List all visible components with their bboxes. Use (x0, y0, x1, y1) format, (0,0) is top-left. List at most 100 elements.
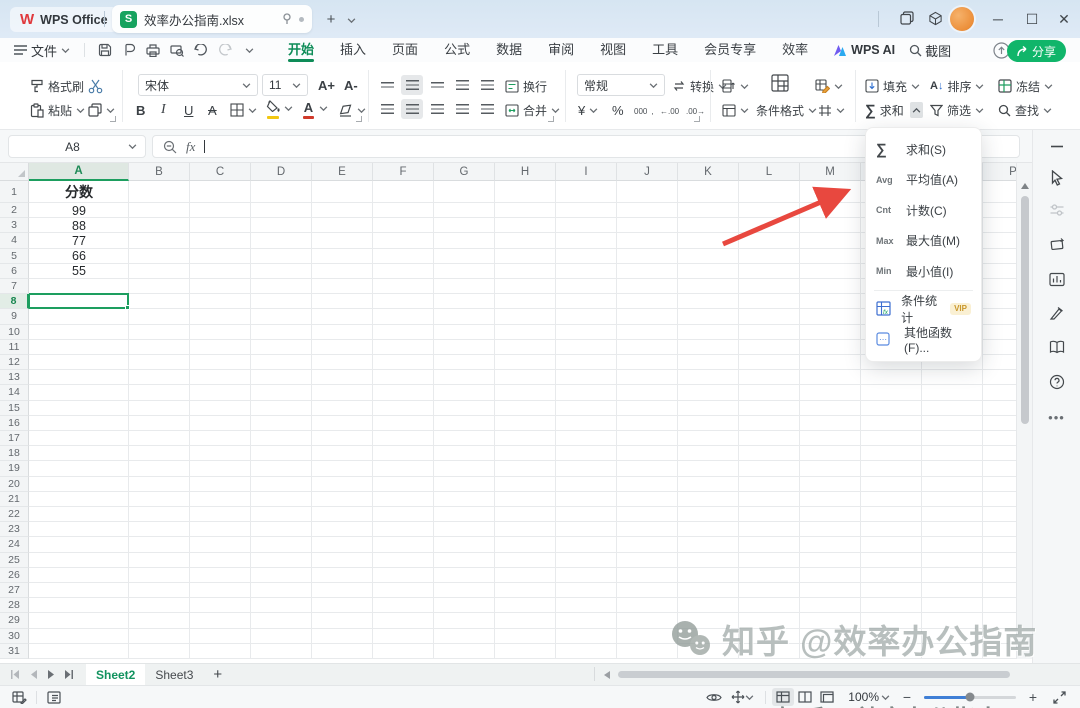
new-tab-button[interactable]: + (320, 8, 342, 30)
sum-menu-item-5[interactable]: Min 最小值(I) (866, 256, 981, 287)
sum-button[interactable]: ∑ 求和 (865, 100, 923, 120)
fill-handle[interactable] (125, 305, 130, 311)
column-header-K[interactable]: K (678, 163, 739, 181)
column-header-F[interactable]: F (373, 163, 434, 181)
sum-menu-item-2[interactable]: Avg 平均值(A) (866, 165, 981, 196)
menu-tab-工具[interactable]: 工具 (639, 38, 691, 62)
zoom-slider-thumb[interactable] (965, 692, 975, 702)
rotate-shape-icon[interactable] (1049, 237, 1065, 252)
cell-A5[interactable]: 66 (29, 249, 129, 264)
zoom-out-button[interactable]: − (898, 689, 916, 705)
rows-cols-button[interactable] (722, 76, 749, 96)
row-header-16[interactable]: 16 (0, 415, 29, 431)
name-box[interactable]: A8 (8, 135, 146, 158)
docs-stack-icon[interactable] (896, 7, 918, 29)
font-name-select[interactable]: 宋体 (138, 74, 258, 96)
align-group-expander[interactable] (548, 116, 554, 122)
sum-menu-item-6[interactable]: fx 条件统计 VIP (866, 294, 981, 325)
sheet-tab-Sheet2[interactable]: Sheet2 (86, 663, 146, 686)
tools-pens-icon[interactable] (1049, 306, 1065, 321)
sum-menu-item-1[interactable]: ∑ 求和(S) (866, 134, 981, 165)
sum-menu-item-7[interactable]: ⋯ 其他函数(F)... (866, 324, 981, 355)
row-header-27[interactable]: 27 (0, 583, 29, 599)
menu-tab-审阅[interactable]: 审阅 (535, 38, 587, 62)
print-icon[interactable] (141, 40, 165, 60)
convert-button[interactable]: 转换 (672, 76, 727, 96)
pan-mode-button[interactable] (725, 688, 759, 706)
filter-button[interactable]: 筛选 (930, 100, 984, 120)
help-icon[interactable] (1049, 374, 1065, 390)
thousands-format-button[interactable]: 000, (634, 102, 654, 122)
select-all-corner[interactable] (0, 163, 29, 181)
align-top-button[interactable] (376, 75, 398, 95)
fill-button[interactable]: 填充 (865, 76, 920, 96)
row-header-21[interactable]: 21 (0, 491, 29, 507)
clipboard-group-expander[interactable] (110, 116, 116, 122)
chart-doc-icon[interactable] (1048, 272, 1065, 287)
column-header-J[interactable]: J (617, 163, 678, 181)
normal-view-button[interactable] (772, 688, 795, 706)
underline-button[interactable]: U (184, 100, 193, 120)
align-bottom-button[interactable] (426, 75, 448, 95)
maximize-button[interactable]: ☐ (1018, 6, 1046, 32)
cell-A2[interactable]: 99 (29, 203, 129, 218)
row-header-23[interactable]: 23 (0, 522, 29, 538)
zoom-in-button[interactable]: + (1024, 689, 1042, 705)
row-header-15[interactable]: 15 (0, 400, 29, 416)
quickbar-chevron-icon[interactable] (237, 40, 261, 60)
row-header-2[interactable]: 2 (0, 203, 29, 219)
paste-button[interactable]: 粘贴 (30, 100, 85, 120)
wrap-text-button[interactable]: 换行 (505, 76, 547, 96)
format-painter-button[interactable]: 格式刷 (30, 76, 84, 96)
tab-list-chevron-icon[interactable] (340, 9, 362, 31)
align-middle-button[interactable] (401, 75, 423, 95)
row-header-13[interactable]: 13 (0, 370, 29, 386)
row-header-8[interactable]: 8 (0, 294, 29, 310)
file-menu-button[interactable]: 文件 (8, 41, 76, 60)
fill-color-button[interactable] (266, 98, 293, 119)
page-layout-view-button[interactable] (816, 688, 838, 706)
outline-view-icon[interactable] (43, 688, 65, 706)
hscroll-left-icon[interactable] (604, 671, 610, 679)
menu-tab-开始[interactable]: 开始 (275, 38, 327, 62)
increase-decimal-button[interactable]: ←.00 (660, 102, 679, 122)
cell-A1[interactable]: 分数 (29, 181, 129, 203)
scroll-up-icon[interactable] (1021, 183, 1029, 189)
row-header-20[interactable]: 20 (0, 476, 29, 492)
row-header-1[interactable]: 1 (0, 181, 29, 203)
font-size-select[interactable]: 11 (262, 74, 308, 96)
row-header-19[interactable]: 19 (0, 461, 29, 477)
cell-style-button[interactable] (815, 76, 843, 96)
eye-icon[interactable] (703, 688, 725, 706)
book-icon[interactable] (1049, 340, 1065, 354)
row-header-10[interactable]: 10 (0, 324, 29, 340)
row-header-14[interactable]: 14 (0, 385, 29, 401)
zoom-level[interactable]: 100% (848, 690, 879, 704)
fullscreen-icon[interactable] (1048, 688, 1070, 706)
decrease-font-button[interactable]: A- (344, 75, 358, 95)
row-header-6[interactable]: 6 (0, 263, 29, 279)
column-header-L[interactable]: L (739, 163, 800, 181)
cell-A6[interactable]: 55 (29, 264, 129, 279)
row-header-7[interactable]: 7 (0, 279, 29, 295)
row-header-18[interactable]: 18 (0, 446, 29, 462)
column-header-E[interactable]: E (312, 163, 373, 181)
undo-icon[interactable] (189, 40, 213, 60)
wps-home-tab[interactable]: W WPS Office (10, 7, 118, 32)
last-sheet-icon[interactable] (60, 666, 78, 684)
document-tab[interactable]: S 效率办公指南.xlsx (112, 5, 312, 33)
percent-format-button[interactable]: % (612, 100, 624, 120)
more-options-icon[interactable]: ••• (1048, 410, 1065, 425)
font-group-expander[interactable] (356, 116, 362, 122)
column-header-A[interactable]: A (29, 163, 129, 181)
column-header-M[interactable]: M (800, 163, 861, 181)
row-header-4[interactable]: 4 (0, 233, 29, 249)
row-header-30[interactable]: 30 (0, 628, 29, 644)
strikethrough-button[interactable]: A (208, 100, 217, 120)
currency-format-button[interactable]: ¥ (578, 100, 598, 120)
sheet-tab-Sheet3[interactable]: Sheet3 (145, 664, 203, 686)
increase-indent-button[interactable] (476, 75, 498, 95)
workspace-cube-icon[interactable] (924, 7, 946, 29)
minimize-button[interactable]: ─ (984, 6, 1012, 32)
row-header-5[interactable]: 5 (0, 248, 29, 264)
